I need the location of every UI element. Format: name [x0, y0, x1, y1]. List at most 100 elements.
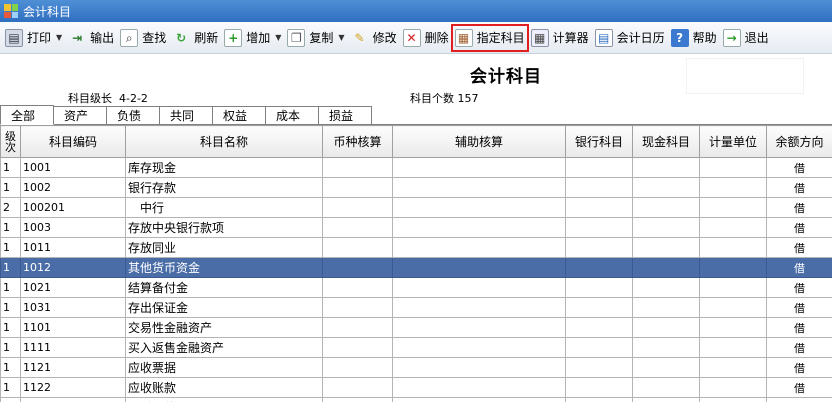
col-name-header[interactable]: 科目名称 — [125, 125, 323, 158]
cell-direction[interactable]: 借 — [766, 317, 832, 338]
cell-name[interactable]: 库存现金 — [125, 157, 323, 178]
cell-currency[interactable] — [322, 217, 393, 238]
cell-currency[interactable] — [322, 277, 393, 298]
cell-direction[interactable]: 借 — [766, 157, 832, 178]
cell-level[interactable]: 1 — [0, 157, 21, 178]
cell-cash[interactable] — [632, 277, 700, 298]
cell-currency[interactable] — [322, 297, 393, 318]
cell-aux[interactable] — [392, 337, 566, 358]
cell-name[interactable]: 交易性金融资产 — [125, 317, 323, 338]
table-row[interactable]: 1 1121 应收票据 借 — [0, 357, 832, 378]
copy-button[interactable]: ❐ 复制 ▼ — [284, 25, 347, 51]
cell-unit[interactable] — [699, 177, 767, 198]
cell-code[interactable]: 100201 — [20, 197, 126, 218]
cell-bank[interactable] — [565, 317, 633, 338]
table-row[interactable]: 1 1122 应收账款 借 — [0, 377, 832, 398]
accounts-grid[interactable]: 级次 科目编码 科目名称 币种核算 辅助核算 银行科目 现金科目 计量单位 余额… — [0, 125, 832, 402]
cell-aux[interactable] — [392, 277, 566, 298]
cell-bank[interactable] — [565, 257, 633, 278]
cell-cash[interactable] — [632, 317, 700, 338]
cell-bank[interactable] — [565, 397, 633, 402]
cell-aux[interactable] — [392, 397, 566, 402]
cell-unit[interactable] — [699, 277, 767, 298]
tab-profit-loss[interactable]: 损益 — [318, 106, 372, 124]
cell-unit[interactable] — [699, 257, 767, 278]
cell-aux[interactable] — [392, 197, 566, 218]
cell-code[interactable]: 1031 — [20, 297, 126, 318]
cell-level[interactable]: 1 — [0, 217, 21, 238]
cell-unit[interactable] — [699, 297, 767, 318]
cell-direction[interactable]: 借 — [766, 277, 832, 298]
print-button[interactable]: ▤ 打印 ▼ — [2, 25, 65, 51]
col-aux-header[interactable]: 辅助核算 — [392, 125, 566, 158]
cell-bank[interactable] — [565, 197, 633, 218]
cell-level[interactable]: 1 — [0, 397, 21, 402]
cell-direction[interactable]: 借 — [766, 377, 832, 398]
cell-aux[interactable] — [392, 217, 566, 238]
cell-cash[interactable] — [632, 397, 700, 402]
chevron-down-icon[interactable]: ▼ — [275, 33, 281, 42]
cell-direction[interactable]: 借 — [766, 197, 832, 218]
cell-unit[interactable] — [699, 157, 767, 178]
chevron-down-icon[interactable]: ▼ — [56, 33, 62, 42]
cell-aux[interactable] — [392, 177, 566, 198]
cell-level[interactable]: 1 — [0, 317, 21, 338]
cell-name[interactable]: 存放同业 — [125, 237, 323, 258]
col-direction-header[interactable]: 余额方向 — [766, 125, 832, 158]
cell-code[interactable]: 1123 — [20, 397, 126, 402]
col-unit-header[interactable]: 计量单位 — [699, 125, 767, 158]
cell-code[interactable]: 1101 — [20, 317, 126, 338]
table-row[interactable]: 1 1011 存放同业 借 — [0, 237, 832, 258]
cell-cash[interactable] — [632, 377, 700, 398]
cell-cash[interactable] — [632, 197, 700, 218]
cell-name[interactable]: 银行存款 — [125, 177, 323, 198]
cell-bank[interactable] — [565, 237, 633, 258]
assign-account-button[interactable]: ▦ 指定科目 — [450, 23, 529, 52]
cell-name[interactable]: 应收票据 — [125, 357, 323, 378]
cell-currency[interactable] — [322, 337, 393, 358]
cell-aux[interactable] — [392, 357, 566, 378]
tab-common[interactable]: 共同 — [159, 106, 213, 124]
cell-name[interactable]: 买入返售金融资产 — [125, 337, 323, 358]
cell-unit[interactable] — [699, 377, 767, 398]
cell-code[interactable]: 1003 — [20, 217, 126, 238]
cell-currency[interactable] — [322, 197, 393, 218]
cell-name[interactable]: 中行 — [125, 197, 323, 218]
help-button[interactable]: ? 帮助 — [668, 25, 720, 51]
chevron-down-icon[interactable]: ▼ — [338, 33, 344, 42]
exit-button[interactable]: → 退出 — [720, 25, 772, 51]
cell-code[interactable]: 1012 — [20, 257, 126, 278]
cell-name[interactable]: 预付账款 — [125, 397, 323, 402]
cell-code[interactable]: 1011 — [20, 237, 126, 258]
cell-level[interactable]: 1 — [0, 277, 21, 298]
col-currency-header[interactable]: 币种核算 — [322, 125, 393, 158]
cell-currency[interactable] — [322, 257, 393, 278]
cell-code[interactable]: 1002 — [20, 177, 126, 198]
export-button[interactable]: ⇥ 输出 — [65, 25, 117, 51]
cell-direction[interactable]: 借 — [766, 297, 832, 318]
cell-name[interactable]: 其他货币资金 — [125, 257, 323, 278]
table-row[interactable]: 1 1101 交易性金融资产 借 — [0, 317, 832, 338]
col-level-header[interactable]: 级次 — [0, 125, 21, 158]
cell-currency[interactable] — [322, 377, 393, 398]
table-row[interactable]: 1 1003 存放中央银行款项 借 — [0, 217, 832, 238]
cell-cash[interactable] — [632, 257, 700, 278]
cell-aux[interactable] — [392, 297, 566, 318]
table-row[interactable]: 2 100201 中行 借 — [0, 197, 832, 218]
cell-direction[interactable]: 借 — [766, 177, 832, 198]
cell-bank[interactable] — [565, 217, 633, 238]
cell-name[interactable]: 存出保证金 — [125, 297, 323, 318]
table-row[interactable]: 1 1001 库存现金 借 — [0, 157, 832, 178]
cell-unit[interactable] — [699, 237, 767, 258]
cell-level[interactable]: 1 — [0, 337, 21, 358]
cell-aux[interactable] — [392, 157, 566, 178]
table-row[interactable]: 1 1031 存出保证金 借 — [0, 297, 832, 318]
cell-level[interactable]: 1 — [0, 357, 21, 378]
table-row[interactable]: 1 1012 其他货币资金 借 — [0, 257, 832, 278]
cell-direction[interactable]: 借 — [766, 357, 832, 378]
cell-aux[interactable] — [392, 377, 566, 398]
cell-code[interactable]: 1122 — [20, 377, 126, 398]
tab-all[interactable]: 全部 — [0, 105, 54, 125]
cell-bank[interactable] — [565, 297, 633, 318]
cell-name[interactable]: 存放中央银行款项 — [125, 217, 323, 238]
